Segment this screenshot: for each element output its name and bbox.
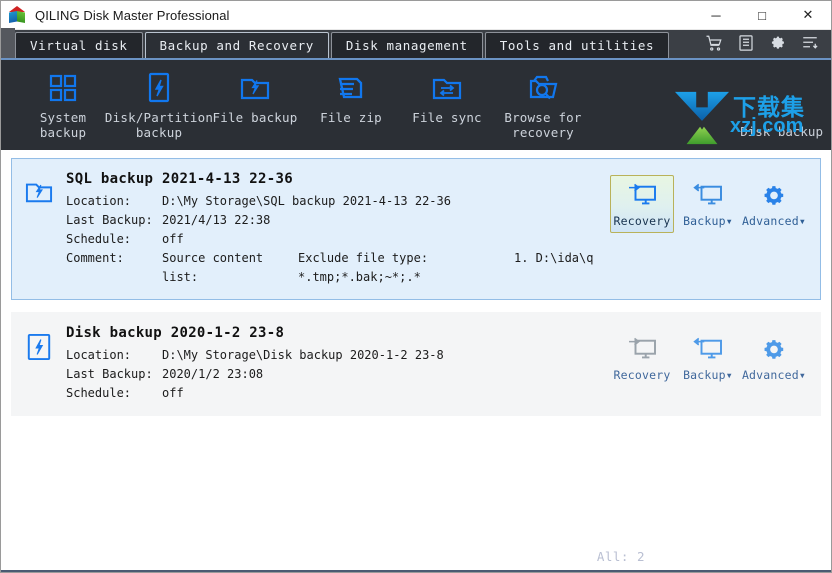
backup-button[interactable]: Backup▾ — [676, 329, 740, 387]
card-action-buttons: Recovery Backup▾ Advanced▾ — [610, 323, 820, 403]
backup-monitor-icon — [693, 335, 723, 365]
tab-virtual-disk[interactable]: Virtual disk — [15, 32, 143, 58]
task-comment-row: Comment: Source content list: Exclude fi… — [66, 249, 610, 287]
gear-icon[interactable] — [769, 34, 787, 52]
menu-icon[interactable] — [801, 34, 819, 52]
folder-sync-icon — [431, 71, 463, 105]
action-system-backup[interactable]: System backup — [15, 60, 111, 140]
titlebar-tool-icons — [705, 28, 831, 58]
task-location-row: Location: D:\My Storage\SQL backup 2021-… — [66, 192, 610, 211]
window-title: QILING Disk Master Professional — [35, 7, 230, 23]
file-zip-icon — [335, 71, 367, 105]
schedule-label: Schedule: — [66, 232, 132, 246]
task-schedule-row: Schedule: off — [66, 384, 610, 403]
recovery-monitor-icon — [627, 335, 657, 365]
last-backup-value: 2021/4/13 22:38 — [162, 213, 271, 227]
tab-tools-and-utilities[interactable]: Tools and utilities — [484, 32, 670, 58]
card-details: SQL backup 2021-4-13 22-36 Location: D:\… — [66, 169, 610, 287]
tab-backup-and-recovery[interactable]: Backup and Recovery — [144, 32, 329, 58]
download-arrow-icon — [674, 91, 730, 145]
watermark-url: xzj.com — [730, 115, 803, 138]
site-watermark: Disk backup 下载集 xzj.com — [669, 88, 831, 150]
schedule-label: Schedule: — [66, 386, 132, 400]
recovery-label: Recovery — [613, 214, 671, 228]
disk-backup-icon — [12, 323, 66, 403]
advanced-button[interactable]: Advanced▾ — [742, 175, 806, 233]
backup-label: Backup▾ — [683, 368, 733, 382]
bottom-divider — [1, 570, 831, 572]
title-bar: QILING Disk Master Professional ─ □ ✕ — [1, 1, 831, 30]
action-browse-for-recovery[interactable]: Browse for recovery — [495, 60, 591, 140]
action-label: Disk/Partition backup — [104, 110, 214, 140]
tab-disk-management[interactable]: Disk management — [330, 32, 483, 58]
task-title: Disk backup 2020-1-2 23-8 — [66, 325, 285, 341]
tabstrip-left-filler — [1, 28, 15, 58]
location-label: Location: — [66, 348, 132, 362]
backup-button[interactable]: Backup▾ — [676, 175, 740, 233]
task-location-row: Location: D:\My Storage\Disk backup 2020… — [66, 346, 610, 365]
grid-squares-icon — [48, 71, 78, 105]
location-value: D:\My Storage\Disk backup 2020-1-2 23-8 — [162, 348, 444, 362]
schedule-value: off — [162, 386, 184, 400]
folder-backup-icon — [12, 169, 66, 287]
action-label: System backup — [39, 110, 87, 140]
recovery-label: Recovery — [613, 368, 671, 382]
recovery-button[interactable]: Recovery — [610, 329, 674, 387]
window-controls: ─ □ ✕ — [693, 1, 831, 30]
advanced-label: Advanced▾ — [741, 214, 807, 228]
last-backup-label: Last Backup: — [66, 367, 153, 381]
maximize-button[interactable]: □ — [739, 1, 785, 30]
last-backup-value: 2020/1/2 23:08 — [162, 367, 264, 381]
watermark-url-suffix: .com — [756, 115, 804, 137]
comment-source-list: Source content list: — [162, 251, 264, 284]
card-details: Disk backup 2020-1-2 23-8 Location: D:\M… — [66, 323, 610, 403]
backup-task-card[interactable]: Disk backup 2020-1-2 23-8 Location: D:\M… — [11, 312, 821, 416]
comment-source-path: 1. D:\ida\q — [514, 251, 594, 265]
backup-task-card[interactable]: SQL backup 2021-4-13 22-36 Location: D:\… — [11, 158, 821, 300]
task-title: SQL backup 2021-4-13 22-36 — [66, 171, 293, 187]
minimize-button[interactable]: ─ — [693, 1, 739, 30]
location-value: D:\My Storage\SQL backup 2021-4-13 22-36 — [162, 194, 451, 208]
advanced-label: Advanced▾ — [741, 368, 807, 382]
advanced-button[interactable]: Advanced▾ — [742, 329, 806, 387]
task-last-backup-row: Last Backup: 2021/4/13 22:38 — [66, 211, 610, 230]
action-file-backup[interactable]: File backup — [207, 60, 303, 125]
cart-icon[interactable] — [705, 34, 723, 52]
watermark-url-prefix: xzj — [730, 115, 757, 137]
action-toolbar: System backup Disk/Partition backup File… — [1, 60, 831, 150]
last-backup-label: Last Backup: — [66, 213, 153, 227]
recovery-button[interactable]: Recovery — [610, 175, 674, 233]
schedule-value: off — [162, 232, 184, 246]
gear-icon — [760, 335, 788, 365]
cube-logo-icon — [7, 5, 27, 25]
action-file-sync[interactable]: File sync — [399, 60, 495, 125]
close-button[interactable]: ✕ — [785, 1, 831, 30]
action-file-zip[interactable]: File zip — [303, 60, 399, 125]
folder-search-icon — [527, 71, 559, 105]
action-label: File zip — [320, 110, 382, 125]
disk-partition-icon — [144, 71, 174, 105]
card-action-buttons: Recovery Backup▾ Advanced▾ — [610, 169, 820, 287]
action-label: File backup — [212, 110, 298, 125]
gear-icon — [760, 181, 788, 211]
recovery-monitor-icon — [627, 181, 657, 211]
task-schedule-row: Schedule: off — [66, 230, 610, 249]
task-last-backup-row: Last Backup: 2020/1/2 23:08 — [66, 365, 610, 384]
comment-exclude-types: Exclude file type: *.tmp;*.bak;~*;.* — [298, 251, 429, 284]
location-label: Location: — [66, 194, 132, 208]
backup-task-list: SQL backup 2021-4-13 22-36 Location: D:\… — [1, 150, 831, 572]
action-disk-partition-backup[interactable]: Disk/Partition backup — [105, 60, 213, 140]
watermark-cn-text: 下载集 — [733, 94, 805, 120]
comment-label: Comment: — [66, 251, 124, 265]
tab-strip: Virtual disk Backup and Recovery Disk ma… — [1, 28, 831, 60]
task-count-status: All: 2 — [596, 549, 645, 564]
action-label: Browse for recovery — [504, 110, 582, 140]
backup-label: Backup▾ — [683, 214, 733, 228]
log-list-icon[interactable] — [737, 34, 755, 52]
hidden-dropdown-label: Disk backup — [740, 124, 823, 139]
folder-arrow-icon — [239, 71, 271, 105]
application-window: QILING Disk Master Professional ─ □ ✕ Vi… — [0, 0, 832, 573]
action-label: File sync — [412, 110, 482, 125]
backup-monitor-icon — [693, 181, 723, 211]
